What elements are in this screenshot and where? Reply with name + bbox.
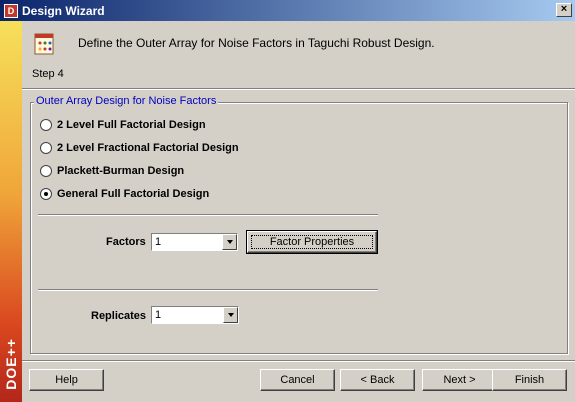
back-button[interactable]: < Back [340, 369, 415, 391]
cancel-button[interactable]: Cancel [260, 369, 335, 391]
next-button[interactable]: Next > [422, 369, 497, 391]
brand-logo: DOE++ [3, 338, 19, 390]
finish-button[interactable]: Finish [492, 369, 567, 391]
factors-combobox[interactable]: 1 [151, 233, 238, 251]
wizard-step-icon [34, 33, 54, 55]
chevron-down-icon[interactable] [222, 234, 237, 250]
next-label: Next > [443, 374, 476, 386]
step-description: Define the Outer Array for Noise Factors… [78, 36, 435, 50]
replicates-value: 1 [155, 309, 162, 321]
title-bar: D Design Wizard × [0, 0, 575, 21]
help-button[interactable]: Help [29, 369, 104, 391]
window-title: Design Wizard [22, 3, 105, 18]
focus-rect [251, 235, 373, 249]
option-general-full-factorial[interactable]: General Full Factorial Design [40, 188, 209, 200]
separator [38, 289, 378, 291]
factors-value: 1 [155, 236, 162, 248]
factors-label: Factors [106, 236, 146, 248]
footer-divider [22, 360, 575, 362]
brand-sidebar: DOE++ [0, 21, 22, 402]
option-label: General Full Factorial Design [57, 188, 210, 200]
separator [38, 214, 378, 216]
chevron-down-icon[interactable] [223, 307, 238, 323]
option-label: 2 Level Full Factorial Design [57, 119, 206, 131]
radio-button[interactable] [40, 119, 52, 131]
replicates-label: Replicates [91, 310, 147, 322]
help-label: Help [55, 374, 78, 386]
replicates-combobox[interactable]: 1 [151, 306, 239, 324]
option-label: Plackett-Burman Design [57, 165, 185, 177]
radio-button[interactable] [40, 142, 52, 154]
option-plackett-burman[interactable]: Plackett-Burman Design [40, 165, 184, 177]
finish-label: Finish [514, 374, 545, 386]
factor-properties-button[interactable]: Factor Properties [246, 230, 378, 254]
option-2-level-fractional-factorial[interactable]: 2 Level Fractional Factorial Design [40, 142, 239, 154]
groupbox-title: Outer Array Design for Noise Factors [34, 95, 219, 107]
step-number: Step 4 [32, 68, 64, 80]
option-2-level-full-factorial[interactable]: 2 Level Full Factorial Design [40, 119, 206, 131]
wizard-header [22, 21, 575, 91]
option-label: 2 Level Fractional Factorial Design [57, 142, 239, 154]
header-divider [22, 88, 575, 90]
close-button[interactable]: × [556, 3, 572, 17]
cancel-label: Cancel [280, 374, 315, 386]
app-icon: D [4, 3, 18, 18]
radio-button-checked[interactable] [40, 188, 52, 200]
back-label: < Back [360, 374, 395, 386]
radio-button[interactable] [40, 165, 52, 177]
